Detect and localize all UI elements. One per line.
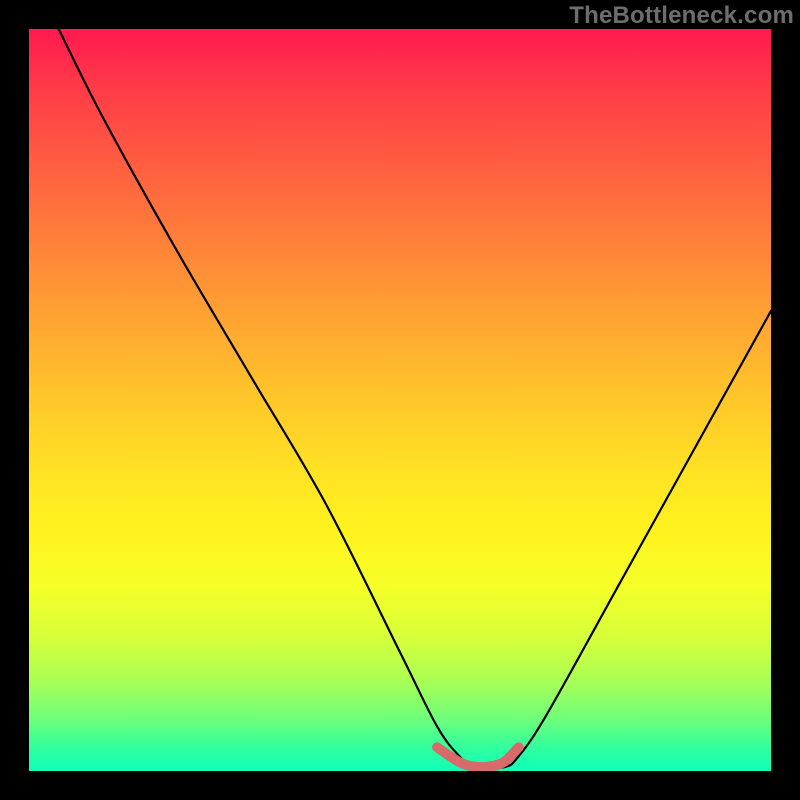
valley-highlight-line [437, 747, 519, 767]
chart-plot-area [29, 29, 771, 771]
watermark-text: TheBottleneck.com [569, 2, 794, 30]
chart-frame: TheBottleneck.com [0, 0, 800, 800]
bottleneck-curve-line [59, 29, 771, 769]
chart-svg [29, 29, 771, 771]
